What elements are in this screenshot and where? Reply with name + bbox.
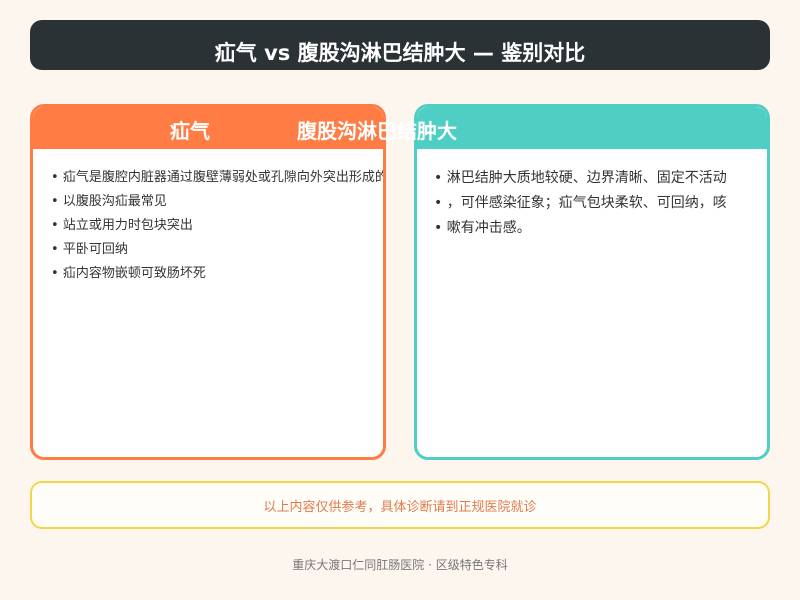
list-item: 以腹股沟疝最常见	[51, 190, 383, 214]
lymph-node-panel-header	[417, 107, 767, 149]
disclaimer-notice: 以上内容仅供参考，具体诊断请到正规医院就诊	[30, 481, 770, 529]
list-item: 疝内容物嵌顿可致肠坏死	[51, 262, 383, 286]
page-title: 疝气 vs 腹股沟淋巴结肿大 — 鉴别对比	[30, 20, 770, 70]
hernia-panel: 疝气是腹腔内脏器通过腹壁薄弱处或孔隙向外突出形成的包块 以腹股沟疝最常见 站立或…	[30, 104, 386, 460]
disclaimer-text: 以上内容仅供参考，具体诊断请到正规医院就诊	[263, 499, 537, 515]
list-item: 平卧可回纳	[51, 238, 383, 262]
lymph-node-panel: 淋巴结肿大质地较硬、边界清晰、固定不活动 ，可伴感染征象；疝气包块柔软、可回纳，…	[414, 104, 770, 460]
lymph-node-bullet-list: 淋巴结肿大质地较硬、边界清晰、固定不活动 ，可伴感染征象；疝气包块柔软、可回纳，…	[434, 166, 727, 241]
hernia-header-title: 疝气	[170, 119, 210, 143]
lymph-node-header-title: 腹股沟淋巴结肿大	[297, 119, 457, 143]
list-item: 嗽有冲击感。	[434, 216, 727, 241]
list-item: 淋巴结肿大质地较硬、边界清晰、固定不活动	[434, 166, 727, 191]
list-item: 疝气是腹腔内脏器通过腹壁薄弱处或孔隙向外突出形成的包块	[51, 166, 383, 190]
page-title-text: 疝气 vs 腹股沟淋巴结肿大 — 鉴别对比	[214, 41, 586, 65]
list-item: 站立或用力时包块突出	[51, 214, 383, 238]
footer-credit: 重庆大渡口仁同肛肠医院 · 区级特色专科	[292, 558, 508, 572]
hernia-bullet-list: 疝气是腹腔内脏器通过腹壁薄弱处或孔隙向外突出形成的包块 以腹股沟疝最常见 站立或…	[51, 166, 383, 286]
list-item: ，可伴感染征象；疝气包块柔软、可回纳，咳	[434, 191, 727, 216]
